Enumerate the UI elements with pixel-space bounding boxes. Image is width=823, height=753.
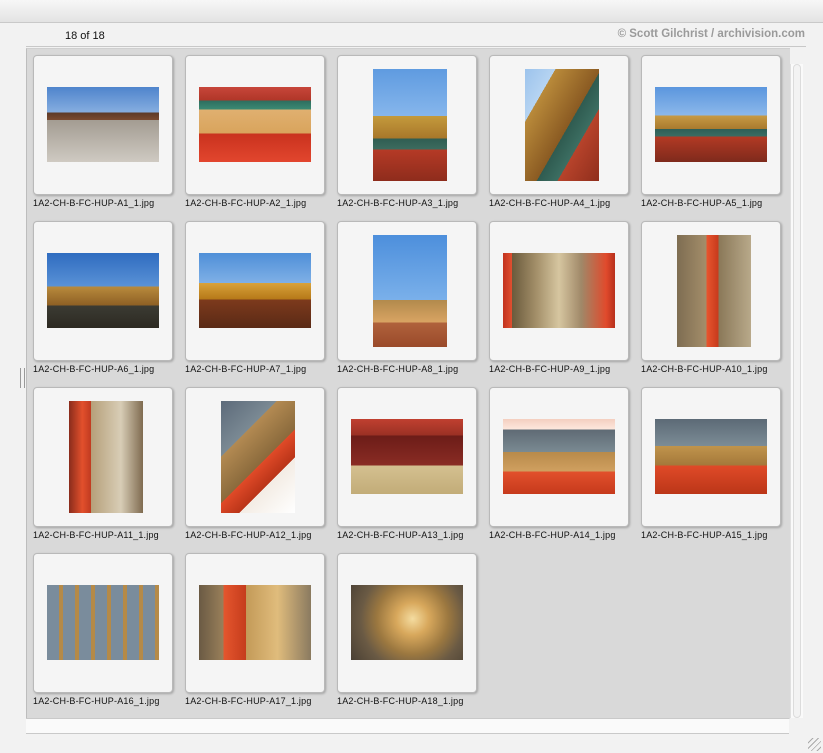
thumbnail-image[interactable] xyxy=(199,585,311,660)
thumbnail-item[interactable]: 1A2-CH-B-FC-HUP-A16_1.jpg xyxy=(33,553,173,707)
pane-resize-grip[interactable] xyxy=(20,368,25,388)
thumbnail-filename: 1A2-CH-B-FC-HUP-A15_1.jpg xyxy=(641,530,768,540)
thumbnail-filename: 1A2-CH-B-FC-HUP-A2_1.jpg xyxy=(185,198,307,208)
thumbnail-filename: 1A2-CH-B-FC-HUP-A12_1.jpg xyxy=(185,530,312,540)
thumbnail-image[interactable] xyxy=(525,69,599,181)
thumbnail-filename: 1A2-CH-B-FC-HUP-A17_1.jpg xyxy=(185,696,312,706)
thumbnail-item[interactable]: 1A2-CH-B-FC-HUP-A4_1.jpg xyxy=(489,55,629,209)
thumbnail-card[interactable] xyxy=(33,387,173,527)
thumbnail-image[interactable] xyxy=(351,419,463,494)
thumbnail-image[interactable] xyxy=(47,253,159,328)
thumbnail-image[interactable] xyxy=(655,87,767,162)
thumbnail-image[interactable] xyxy=(677,235,751,347)
thumbnail-filename: 1A2-CH-B-FC-HUP-A6_1.jpg xyxy=(33,364,155,374)
scrollbar-thumb[interactable] xyxy=(793,64,801,718)
thumbnail-card[interactable] xyxy=(185,387,325,527)
thumbnail-image[interactable] xyxy=(655,419,767,494)
thumbnail-image[interactable] xyxy=(47,585,159,660)
thumbnail-card[interactable] xyxy=(337,221,477,361)
thumbnail-item[interactable]: 1A2-CH-B-FC-HUP-A2_1.jpg xyxy=(185,55,325,209)
header-divider xyxy=(26,46,806,47)
thumbnail-filename: 1A2-CH-B-FC-HUP-A8_1.jpg xyxy=(337,364,459,374)
thumbnail-card[interactable] xyxy=(337,55,477,195)
window-resize-handle[interactable] xyxy=(808,738,821,751)
thumbnail-image[interactable] xyxy=(503,253,615,328)
thumbnail-filename: 1A2-CH-B-FC-HUP-A7_1.jpg xyxy=(185,364,307,374)
thumbnail-filename: 1A2-CH-B-FC-HUP-A3_1.jpg xyxy=(337,198,459,208)
thumbnail-card[interactable] xyxy=(489,221,629,361)
thumbnail-card[interactable] xyxy=(33,553,173,693)
thumbnail-card[interactable] xyxy=(33,55,173,195)
thumbnail-card[interactable] xyxy=(489,387,629,527)
thumbnail-filename: 1A2-CH-B-FC-HUP-A11_1.jpg xyxy=(33,530,159,540)
thumbnail-item[interactable]: 1A2-CH-B-FC-HUP-A13_1.jpg xyxy=(337,387,477,541)
thumbnail-image[interactable] xyxy=(221,401,295,513)
thumbnail-image[interactable] xyxy=(199,87,311,162)
thumbnail-item[interactable]: 1A2-CH-B-FC-HUP-A15_1.jpg xyxy=(641,387,781,541)
thumbnail-item[interactable]: 1A2-CH-B-FC-HUP-A10_1.jpg xyxy=(641,221,781,375)
thumbnail-filename: 1A2-CH-B-FC-HUP-A13_1.jpg xyxy=(337,530,464,540)
thumbnail-item[interactable]: 1A2-CH-B-FC-HUP-A1_1.jpg xyxy=(33,55,173,209)
thumbnail-card[interactable] xyxy=(33,221,173,361)
thumbnail-image[interactable] xyxy=(199,253,311,328)
thumbnail-image[interactable] xyxy=(503,419,615,494)
photo-credit: © Scott Gilchrist / archivision.com xyxy=(617,28,805,40)
thumbnail-image[interactable] xyxy=(351,585,463,660)
thumbnail-item[interactable]: 1A2-CH-B-FC-HUP-A17_1.jpg xyxy=(185,553,325,707)
thumbnail-grid: 1A2-CH-B-FC-HUP-A1_1.jpg 1A2-CH-B-FC-HUP-… xyxy=(26,48,790,719)
thumbnail-image[interactable] xyxy=(69,401,143,513)
thumbnail-card[interactable] xyxy=(641,55,781,195)
thumbnail-item[interactable]: 1A2-CH-B-FC-HUP-A12_1.jpg xyxy=(185,387,325,541)
thumbnail-item[interactable]: 1A2-CH-B-FC-HUP-A18_1.jpg xyxy=(337,553,477,707)
thumbnail-card[interactable] xyxy=(337,387,477,527)
thumbnail-filename: 1A2-CH-B-FC-HUP-A10_1.jpg xyxy=(641,364,768,374)
thumbnail-card[interactable] xyxy=(185,55,325,195)
thumbnail-card[interactable] xyxy=(185,221,325,361)
thumbnail-item[interactable]: 1A2-CH-B-FC-HUP-A8_1.jpg xyxy=(337,221,477,375)
thumbnail-item[interactable]: 1A2-CH-B-FC-HUP-A9_1.jpg xyxy=(489,221,629,375)
thumbnail-card[interactable] xyxy=(185,553,325,693)
thumbnail-filename: 1A2-CH-B-FC-HUP-A16_1.jpg xyxy=(33,696,160,706)
thumbnail-item[interactable]: 1A2-CH-B-FC-HUP-A3_1.jpg xyxy=(337,55,477,209)
thumbnail-card[interactable] xyxy=(337,553,477,693)
thumbnail-item[interactable]: 1A2-CH-B-FC-HUP-A5_1.jpg xyxy=(641,55,781,209)
thumbnail-filename: 1A2-CH-B-FC-HUP-A1_1.jpg xyxy=(33,198,155,208)
thumbnail-item[interactable]: 1A2-CH-B-FC-HUP-A7_1.jpg xyxy=(185,221,325,375)
thumbnail-filename: 1A2-CH-B-FC-HUP-A9_1.jpg xyxy=(489,364,611,374)
thumbnail-item[interactable]: 1A2-CH-B-FC-HUP-A14_1.jpg xyxy=(489,387,629,541)
image-counter: 18 of 18 xyxy=(65,30,105,42)
thumbnail-filename: 1A2-CH-B-FC-HUP-A14_1.jpg xyxy=(489,530,616,540)
thumbnail-item[interactable]: 1A2-CH-B-FC-HUP-A6_1.jpg xyxy=(33,221,173,375)
thumbnail-card[interactable] xyxy=(641,387,781,527)
thumbnail-card[interactable] xyxy=(489,55,629,195)
thumbnail-image[interactable] xyxy=(373,69,447,181)
thumbnail-filename: 1A2-CH-B-FC-HUP-A18_1.jpg xyxy=(337,696,464,706)
thumbnail-image[interactable] xyxy=(47,87,159,162)
thumbnail-item[interactable]: 1A2-CH-B-FC-HUP-A11_1.jpg xyxy=(33,387,173,541)
vertical-scrollbar[interactable] xyxy=(790,64,803,718)
horizontal-scrollbar[interactable] xyxy=(26,718,789,734)
thumbnail-filename: 1A2-CH-B-FC-HUP-A5_1.jpg xyxy=(641,198,763,208)
thumbnail-card[interactable] xyxy=(641,221,781,361)
thumbnail-filename: 1A2-CH-B-FC-HUP-A4_1.jpg xyxy=(489,198,611,208)
thumbnail-image[interactable] xyxy=(373,235,447,347)
window-title-bar xyxy=(0,0,823,23)
